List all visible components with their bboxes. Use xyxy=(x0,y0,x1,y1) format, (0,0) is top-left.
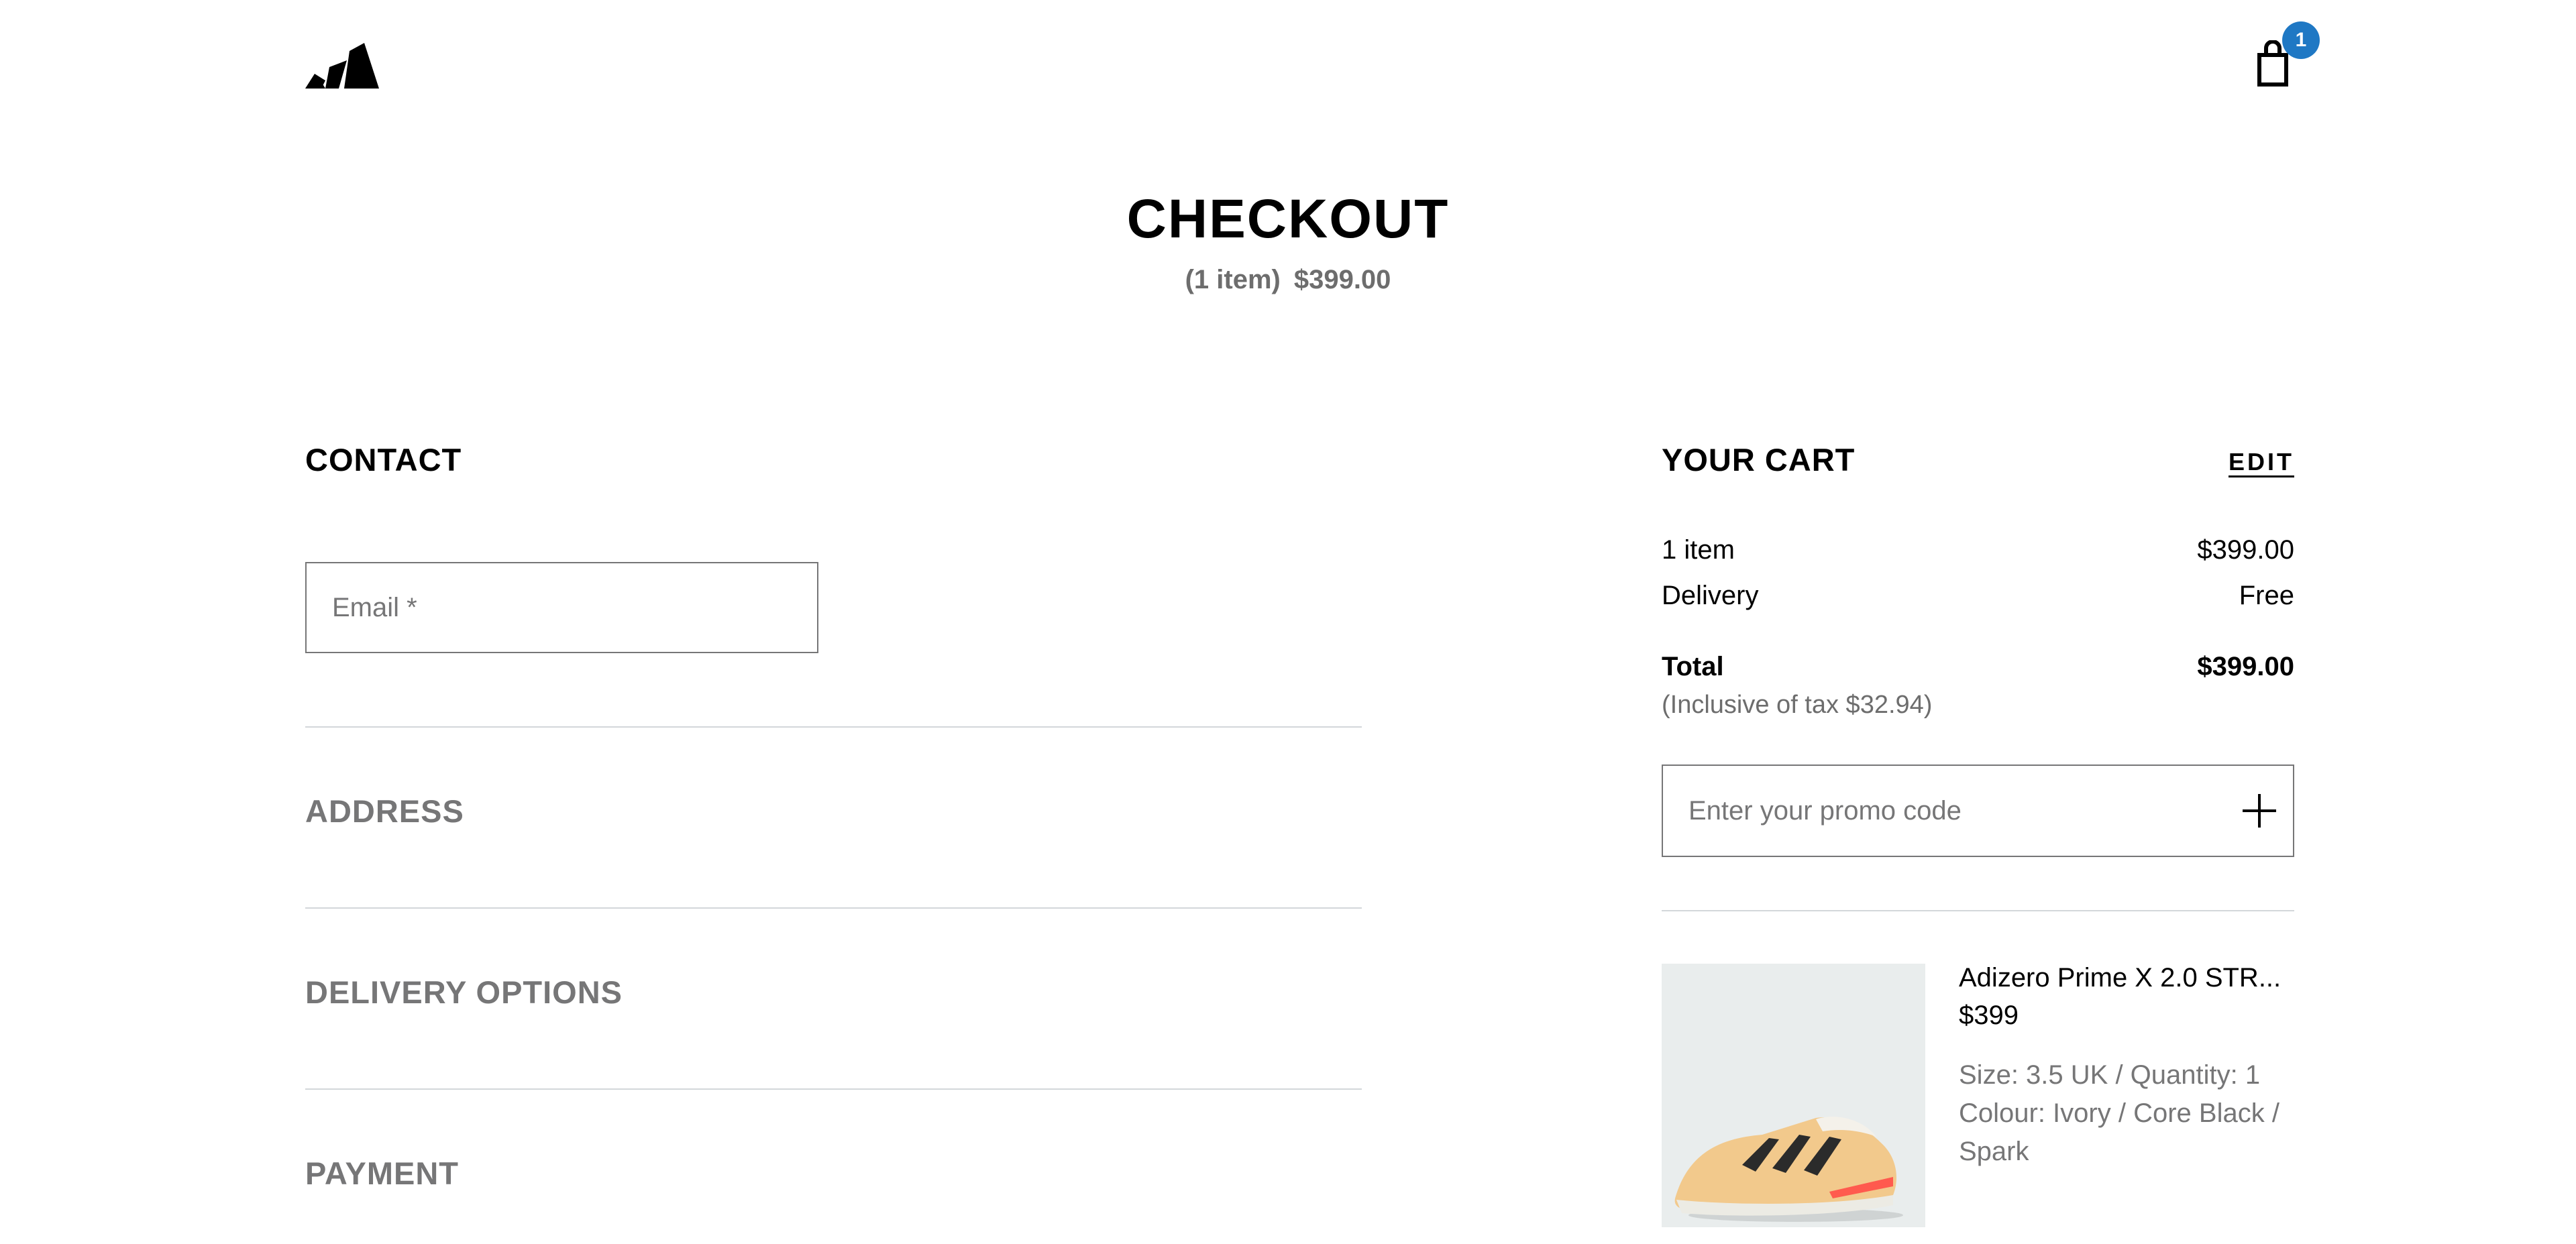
delivery-row: Delivery Free xyxy=(1662,581,2294,611)
total-row: Total $399.00 xyxy=(1662,652,2294,682)
checkout-page: 1 CHECKOUT (1 item) $399.00 CONTACT ADDRE… xyxy=(0,0,2576,1244)
divider xyxy=(305,726,1362,728)
item-count: (1 item) xyxy=(1185,265,1281,294)
promo-code-input[interactable] xyxy=(1663,766,2226,856)
items-row: 1 item $399.00 xyxy=(1662,535,2294,565)
product-size-quantity: Size: 3.5 UK / Quantity: 1 xyxy=(1959,1060,2261,1090)
your-cart-heading: YOUR CART xyxy=(1662,442,1856,477)
plus-icon[interactable] xyxy=(2226,766,2293,856)
email-field[interactable] xyxy=(305,562,818,653)
divider xyxy=(305,907,1362,909)
cart-count-badge: 1 xyxy=(2282,21,2320,59)
divider xyxy=(305,1088,1362,1090)
total-label: Total xyxy=(1662,652,1724,681)
page-title: CHECKOUT xyxy=(1126,188,1450,249)
product-price: $399 xyxy=(1959,1001,2019,1030)
adidas-logo[interactable] xyxy=(305,42,379,89)
page-subtitle: (1 item) $399.00 xyxy=(0,265,2576,295)
tax-note: (Inclusive of tax $32.94) xyxy=(1662,691,1933,719)
delivery-value: Free xyxy=(2239,581,2294,610)
adidas-logo-icon xyxy=(305,43,379,89)
promo-code-field[interactable] xyxy=(1662,765,2294,857)
edit-cart-link[interactable]: EDIT xyxy=(2214,448,2294,476)
payment-heading[interactable]: PAYMENT xyxy=(305,1155,459,1192)
delivery-options-heading[interactable]: DELIVERY OPTIONS xyxy=(305,974,623,1011)
items-label: 1 item xyxy=(1662,535,1735,565)
divider xyxy=(1662,910,2294,911)
total-value: $399.00 xyxy=(2197,652,2294,681)
sneaker-illustration xyxy=(1674,1117,1903,1222)
email-input[interactable] xyxy=(307,563,817,652)
order-total: $399.00 xyxy=(1293,265,1391,294)
product-name[interactable]: Adizero Prime X 2.0 STR... xyxy=(1959,963,2281,993)
product-details: Size: 3.5 UK / Quantity: 1 Colour: Ivory… xyxy=(1959,1056,2294,1171)
contact-heading: CONTACT xyxy=(305,442,462,477)
product-colour: Colour: Ivory / Core Black / Spark xyxy=(1959,1098,2279,1166)
plus-shape xyxy=(2243,794,2276,828)
sneaker-image[interactable] xyxy=(1662,964,1925,1227)
items-value: $399.00 xyxy=(2197,535,2294,565)
delivery-label: Delivery xyxy=(1662,581,1759,610)
address-heading[interactable]: ADDRESS xyxy=(305,793,464,830)
